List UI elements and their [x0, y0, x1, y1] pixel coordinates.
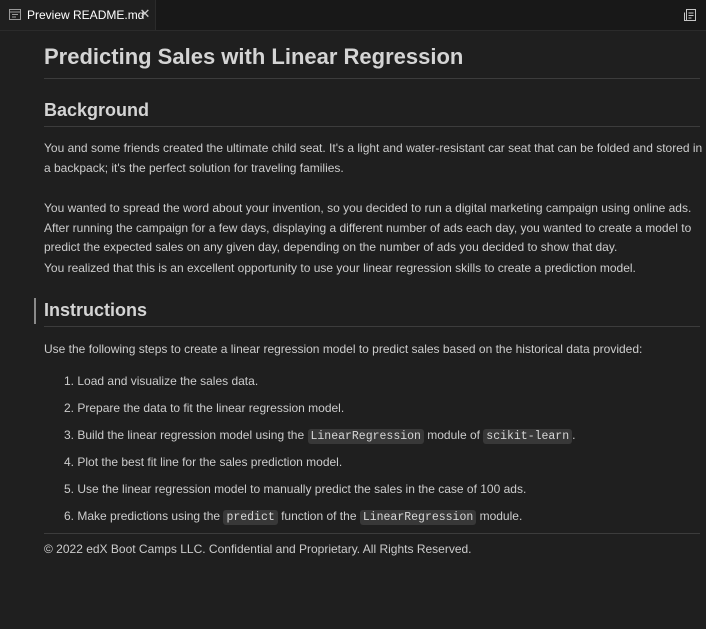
- list-number: 6.: [64, 509, 75, 523]
- editor-tab-bar: Preview README.md ✕: [0, 0, 706, 31]
- list-number: 3.: [64, 428, 75, 442]
- list-text: function of the: [277, 509, 360, 523]
- list-item: 3. Build the linear regression model usi…: [64, 426, 694, 446]
- list-text: module.: [476, 509, 523, 523]
- background-paragraph-2: You wanted to spread the word about your…: [44, 201, 692, 254]
- inline-code: predict: [223, 510, 278, 525]
- footer-divider: [44, 533, 700, 534]
- background-paragraph-3: You realized that this is an excellent o…: [44, 261, 636, 275]
- inline-code: scikit-learn: [483, 429, 573, 444]
- list-number: 1.: [64, 374, 75, 388]
- instructions-divider: [44, 326, 700, 327]
- list-text: Load and visualize the sales data.: [77, 374, 259, 388]
- list-number: 5.: [64, 482, 75, 496]
- tab-preview-readme[interactable]: Preview README.md ✕: [0, 0, 156, 30]
- instructions-heading: Instructions: [44, 300, 148, 320]
- tab-label: Preview README.md: [27, 8, 145, 22]
- list-text: Make predictions using the: [77, 509, 224, 523]
- list-number: 2.: [64, 401, 75, 415]
- active-line-marker: [34, 298, 36, 324]
- list-text: Plot the best fit line for the sales pre…: [77, 455, 343, 469]
- background-divider: [44, 126, 700, 127]
- preview-icon: [9, 9, 21, 20]
- inline-code: LinearRegression: [307, 429, 424, 444]
- close-icon[interactable]: ✕: [138, 7, 152, 21]
- inline-code: LinearRegression: [359, 510, 477, 525]
- markdown-preview: Predicting Sales with Linear Regression …: [0, 31, 706, 629]
- list-item: 5. Use the linear regression model to ma…: [64, 480, 694, 498]
- list-text: Build the linear regression model using …: [77, 428, 308, 442]
- page-title: Predicting Sales with Linear Regression: [44, 44, 464, 69]
- background-heading: Background: [44, 100, 150, 120]
- list-item: 2. Prepare the data to fit the linear re…: [64, 399, 694, 417]
- list-item: 4. Plot the best fit line for the sales …: [64, 453, 694, 471]
- list-text: Use the linear regression model to manua…: [77, 482, 527, 496]
- list-number: 4.: [64, 455, 75, 469]
- instructions-intro: Use the following steps to create a line…: [44, 342, 643, 356]
- title-divider: [44, 78, 700, 79]
- list-item: 1. Load and visualize the sales data.: [64, 372, 694, 390]
- open-source-icon[interactable]: [683, 8, 697, 22]
- copyright-footer: © 2022 edX Boot Camps LLC. Confidential …: [44, 542, 472, 556]
- list-text: module of: [423, 428, 484, 442]
- list-text: .: [572, 428, 576, 442]
- list-item: 6. Make predictions using the predict fu…: [64, 507, 694, 527]
- list-text: Prepare the data to fit the linear regre…: [77, 401, 345, 415]
- background-paragraph-1: You and some friends created the ultimat…: [44, 141, 703, 175]
